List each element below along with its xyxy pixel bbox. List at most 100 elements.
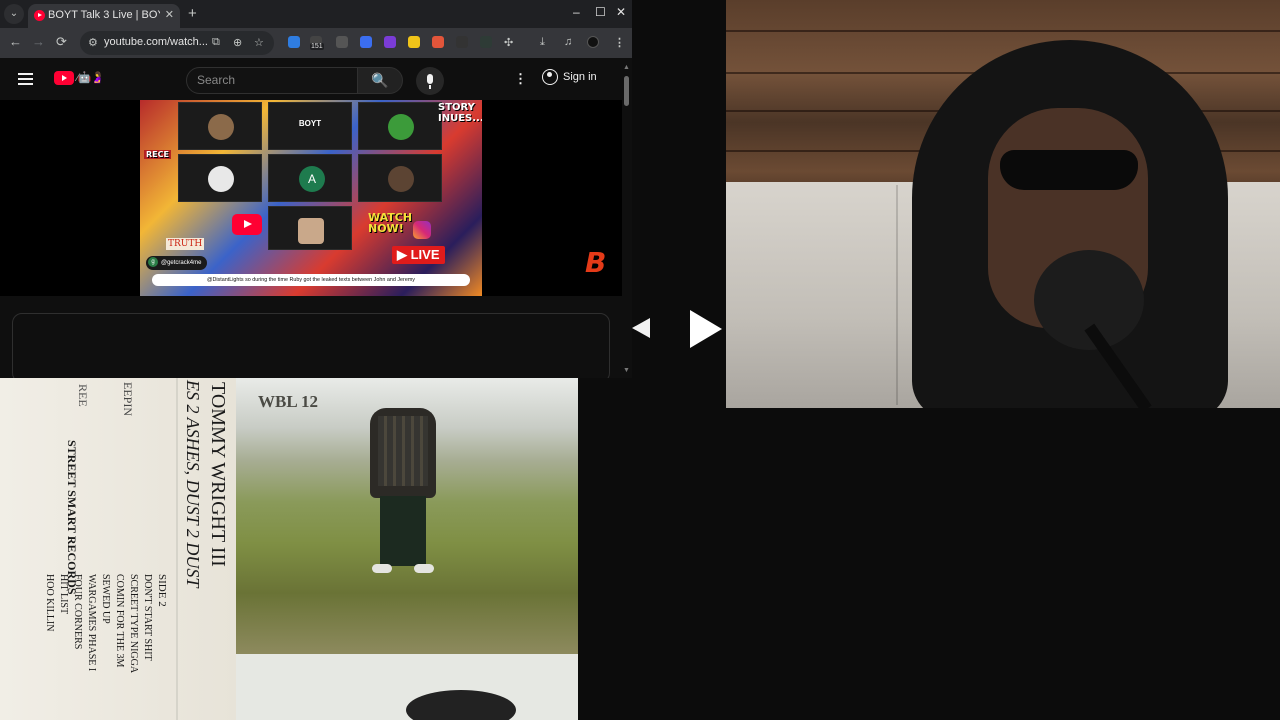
- new-tab-button[interactable]: +: [188, 5, 197, 22]
- browser-menu-icon[interactable]: ⋮: [614, 36, 625, 49]
- participant-tile-4: [178, 154, 262, 202]
- sunglasses: [1000, 150, 1138, 190]
- sign-in-button[interactable]: Sign in: [542, 69, 597, 91]
- search-box[interactable]: [186, 67, 358, 94]
- participant-tile-1: [178, 102, 262, 150]
- page-scrollbar[interactable]: ▲ ▼: [622, 64, 632, 378]
- track-4: SEWED UP: [100, 574, 111, 624]
- artist-name: TOMMY WRIGHT III: [207, 382, 229, 567]
- album-title: ES 2 ASHES, DUST 2 DUST: [183, 380, 203, 588]
- extension-icon-9[interactable]: [480, 36, 492, 48]
- cover-photo-lower: [236, 654, 578, 720]
- extension-icon-8[interactable]: [456, 36, 468, 48]
- address-bar[interactable]: ⚙ youtube.com/watch...: [80, 31, 274, 55]
- settings-kebab-icon[interactable]: ⋮: [514, 71, 527, 87]
- tab-title: BOYT Talk 3 Live | BOYT: [48, 9, 160, 21]
- commenter-handle: g @getcrack4me: [146, 256, 208, 270]
- track-8: HOO KILLIN: [44, 574, 55, 632]
- track-5: WARGAMES PHASE I: [86, 574, 97, 672]
- search-button[interactable]: 🔍: [357, 67, 403, 94]
- truth-mug-text: TRUTH: [166, 238, 205, 250]
- extension-icon-5[interactable]: [384, 36, 396, 48]
- track-6: FOUR CORNERS: [72, 574, 83, 650]
- next-arrow-icon[interactable]: [690, 310, 722, 348]
- youtube-favicon-icon: [34, 10, 45, 21]
- sign-in-label: Sign in: [563, 71, 597, 83]
- cassette-cover-image: REE EEPIN STREET SMART RECORDS SIDE 2 DO…: [0, 378, 578, 720]
- extension-icon-1[interactable]: [288, 36, 300, 48]
- participant-tile-6: [358, 154, 442, 202]
- participant-tile-3: [358, 102, 442, 150]
- catalog-number: WBL 12: [258, 392, 318, 411]
- participant-tile-7: [268, 206, 352, 250]
- extension-badge: 151: [310, 43, 324, 50]
- comment-caption: @DistantLights so during the time Ruby g…: [152, 274, 470, 286]
- account-icon: [542, 69, 558, 85]
- recent-text: RECE: [144, 150, 171, 159]
- boyt-logo: BOYT: [298, 119, 322, 128]
- zoom-icon[interactable]: ⊕: [233, 36, 242, 49]
- spine-fragment-2: REE: [76, 384, 90, 407]
- scroll-down-arrow[interactable]: ▼: [623, 367, 630, 374]
- close-window-button[interactable]: ✕: [616, 5, 626, 19]
- extension-icon-6[interactable]: [408, 36, 420, 48]
- story-text: STORY INUES...: [438, 102, 482, 124]
- track-3: COMIN FOR THE 3M: [114, 574, 125, 668]
- maximize-button[interactable]: ☐: [595, 5, 606, 19]
- participant-letter-avatar: A: [299, 166, 325, 192]
- screen: ⌄ BOYT Talk 3 Live | BOYT ✕ + – ☐ ✕ ← → …: [0, 0, 1280, 720]
- download-icon[interactable]: ⤓: [540, 36, 545, 49]
- reload-button[interactable]: ⟳: [56, 34, 67, 50]
- guide-menu-icon[interactable]: [18, 73, 33, 85]
- back-button[interactable]: ←: [9, 34, 22, 49]
- cover-person: [362, 386, 446, 576]
- commenter-avatar: g: [148, 257, 158, 268]
- previous-arrow-icon[interactable]: [632, 318, 650, 338]
- voice-search-button[interactable]: [416, 67, 444, 95]
- extension-icon-4[interactable]: [360, 36, 372, 48]
- participant-tile-5: A: [268, 154, 352, 202]
- video-info-panel: [12, 313, 610, 378]
- tab-youtube[interactable]: BOYT Talk 3 Live | BOYT ✕: [28, 4, 180, 28]
- youtube-logo-icon[interactable]: [54, 71, 74, 85]
- extensions-puzzle-icon[interactable]: ✣: [504, 36, 513, 49]
- site-info-icon[interactable]: ⚙: [88, 36, 98, 49]
- extension-icon-7[interactable]: [432, 36, 444, 48]
- tab-close-icon[interactable]: ✕: [165, 8, 174, 21]
- youtube-play-graphic: [232, 214, 262, 235]
- youtube-page: ⁄🤖🤰 🔍 ⋮ Sign in ▲ ▼ BOYT: [0, 58, 632, 378]
- watch-now-text: WATCH NOW!: [368, 211, 413, 235]
- track-1: DON'T START SHIT: [142, 574, 153, 661]
- instagram-icon: [413, 221, 431, 239]
- participant-avatar-6: [388, 166, 414, 192]
- participant-avatar-4: [208, 166, 234, 192]
- video-player[interactable]: BOYT A STORY INUES... WATCH NOW! RECE TR…: [0, 100, 622, 296]
- participant-avatar-1: [208, 114, 234, 140]
- tab-strip: ⌄ BOYT Talk 3 Live | BOYT ✕ + – ☐ ✕: [0, 0, 632, 28]
- media-control-icon[interactable]: ♫: [564, 36, 572, 48]
- browser-toolbar: ← → ⟳ ⚙ youtube.com/watch... ⧉ ⊕ ☆ 151 ✣…: [0, 28, 632, 58]
- participant-tile-2: BOYT: [268, 102, 352, 150]
- scroll-up-arrow[interactable]: ▲: [623, 64, 630, 71]
- profile-avatar[interactable]: [587, 36, 599, 48]
- video-frame[interactable]: BOYT A STORY INUES... WATCH NOW! RECE TR…: [140, 100, 482, 296]
- channel-watermark[interactable]: B: [585, 246, 606, 279]
- spine-fragment: EEPIN: [121, 382, 135, 416]
- track-2: SCREET TYPE NIGGA: [128, 574, 139, 674]
- participant-avatar-3: [388, 114, 414, 140]
- search-input[interactable]: [197, 73, 347, 87]
- youtube-doodle[interactable]: ⁄🤖🤰: [77, 71, 104, 84]
- commenter-handle-text: @getcrack4me: [161, 260, 202, 266]
- side-2-label: SIDE 2: [156, 574, 168, 607]
- browser-window: ⌄ BOYT Talk 3 Live | BOYT ✕ + – ☐ ✕ ← → …: [0, 0, 632, 378]
- url-text: youtube.com/watch...: [104, 36, 208, 48]
- bookmark-star-icon[interactable]: ☆: [254, 36, 264, 49]
- extension-icon-3[interactable]: [336, 36, 348, 48]
- minimize-button[interactable]: –: [573, 5, 580, 19]
- tab-search-button[interactable]: ⌄: [4, 4, 24, 24]
- record-label: STREET SMART RECORDS: [65, 440, 79, 595]
- webcam-feed: [726, 0, 1280, 408]
- scroll-thumb[interactable]: [624, 76, 629, 106]
- install-app-icon[interactable]: ⧉: [212, 36, 220, 49]
- forward-button[interactable]: →: [32, 34, 45, 49]
